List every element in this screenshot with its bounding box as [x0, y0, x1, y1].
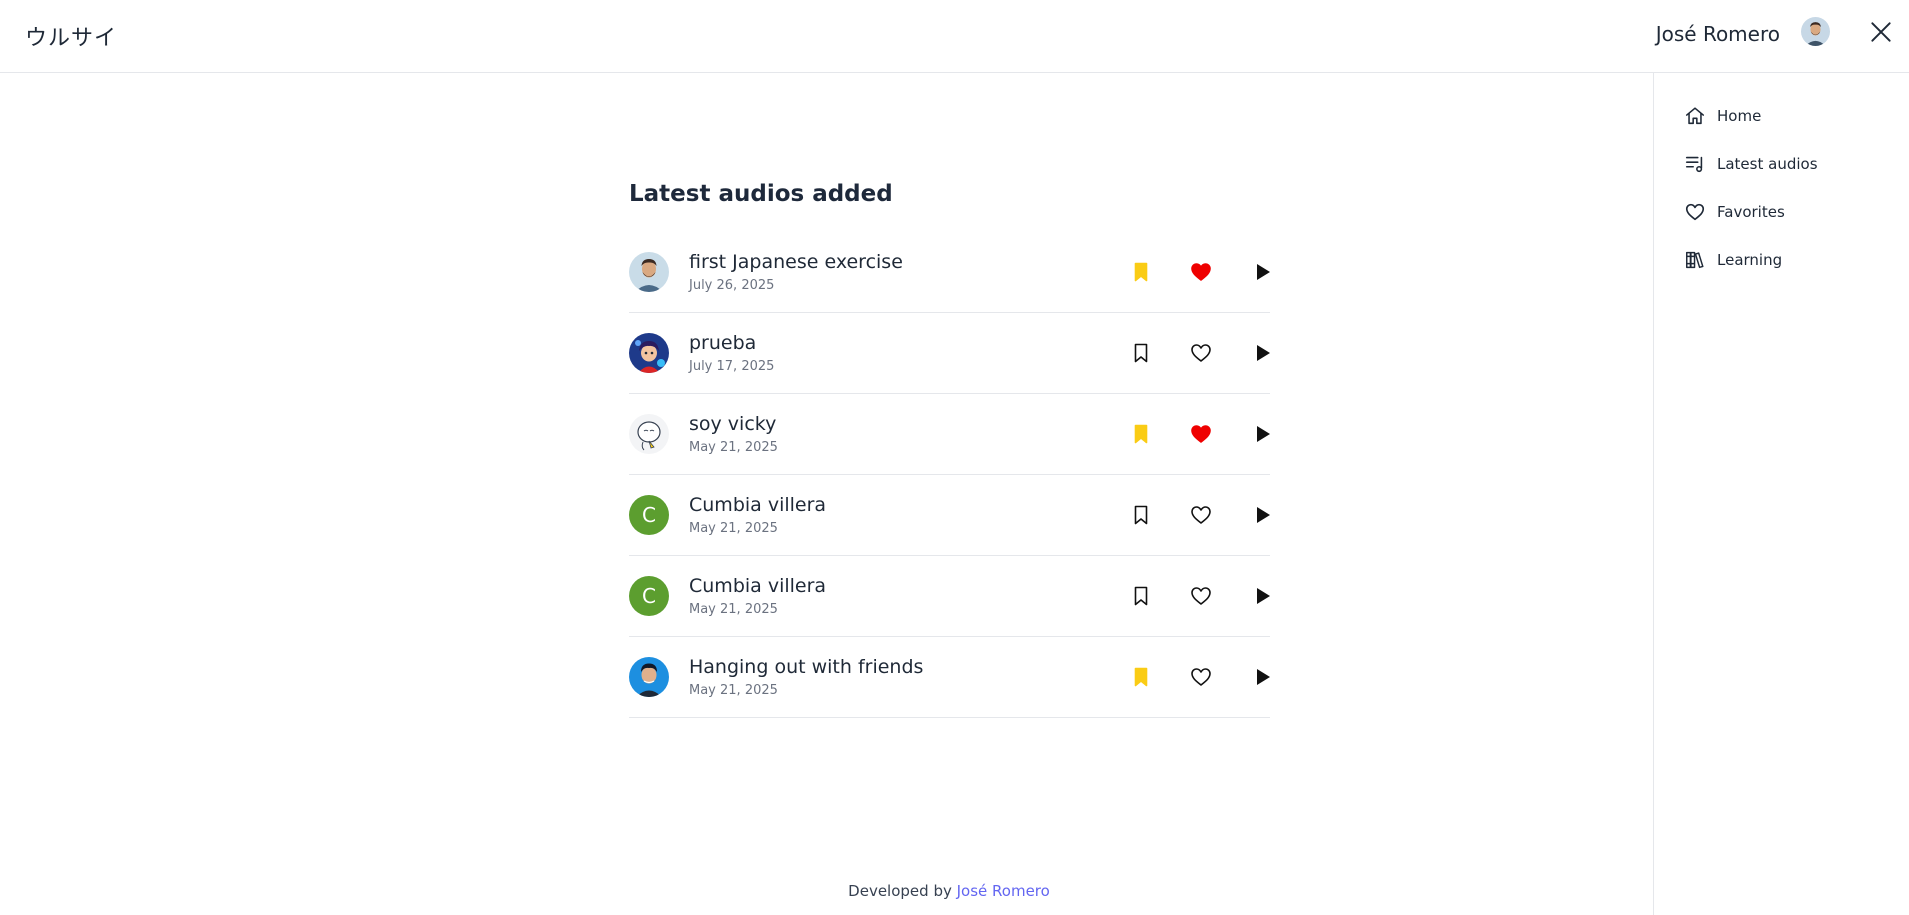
audio-author-avatar: C: [629, 576, 669, 616]
play-button[interactable]: [1249, 340, 1275, 366]
favorite-button[interactable]: [1188, 583, 1214, 609]
developer-link[interactable]: José Romero: [957, 882, 1050, 900]
heart-outline-icon: [1191, 344, 1211, 362]
sidebar-item-latest-audios[interactable]: Latest audios: [1683, 149, 1883, 179]
bookmark-button[interactable]: [1128, 259, 1154, 285]
audio-row[interactable]: first Japanese exercise July 26, 2025: [629, 232, 1270, 313]
bookmark-outline-icon: [1134, 343, 1148, 363]
heart-filled-icon: [1191, 263, 1211, 281]
user-avatar[interactable]: [1801, 17, 1830, 46]
heart-outline-icon: [1191, 668, 1211, 686]
sidebar: Home Latest audios Favorites Learning: [1653, 73, 1909, 915]
app-logo[interactable]: ウルサイ: [25, 20, 117, 52]
favorite-button[interactable]: [1188, 340, 1214, 366]
footer-prefix: Developed by: [848, 882, 952, 900]
footer: Developed by José Romero: [0, 882, 1898, 900]
sidebar-item-home[interactable]: Home: [1683, 101, 1883, 131]
bookmark-outline-icon: [1134, 586, 1148, 606]
audio-date: July 17, 2025: [689, 359, 775, 374]
play-button[interactable]: [1249, 421, 1275, 447]
sidebar-item-label: Favorites: [1717, 203, 1785, 221]
favorite-button[interactable]: [1188, 502, 1214, 528]
audio-date: May 21, 2025: [689, 521, 778, 536]
audio-row[interactable]: soy vicky May 21, 2025: [629, 394, 1270, 475]
bookmark-filled-icon: [1134, 667, 1148, 687]
sidebar-item-label: Learning: [1717, 251, 1783, 269]
bookmark-filled-icon: [1134, 262, 1148, 282]
play-icon: [1257, 345, 1270, 361]
home-icon: [1683, 104, 1707, 128]
audio-list: first Japanese exercise July 26, 2025 pr…: [629, 232, 1270, 718]
play-button[interactable]: [1249, 664, 1275, 690]
favorite-button[interactable]: [1188, 664, 1214, 690]
audio-row[interactable]: Hanging out with friends May 21, 2025: [629, 637, 1270, 718]
playlist-music-icon: [1683, 152, 1707, 176]
bookmark-button[interactable]: [1128, 583, 1154, 609]
audio-author-avatar: C: [629, 495, 669, 535]
bookmark-button[interactable]: [1128, 664, 1154, 690]
audio-date: May 21, 2025: [689, 602, 778, 617]
sidebar-item-label: Latest audios: [1717, 155, 1818, 173]
audio-title[interactable]: soy vicky: [689, 413, 776, 435]
user-name: José Romero: [1655, 22, 1780, 46]
audio-author-avatar: [629, 414, 669, 454]
sidebar-item-favorites[interactable]: Favorites: [1683, 197, 1883, 227]
audio-date: May 21, 2025: [689, 440, 778, 455]
audio-author-avatar: [629, 333, 669, 373]
bookmark-button[interactable]: [1128, 421, 1154, 447]
play-button[interactable]: [1249, 502, 1275, 528]
audio-title[interactable]: prueba: [689, 332, 756, 354]
favorite-button[interactable]: [1188, 421, 1214, 447]
play-icon: [1257, 426, 1270, 442]
play-icon: [1257, 669, 1270, 685]
bookmark-outline-icon: [1134, 505, 1148, 525]
audio-row[interactable]: C Cumbia villera May 21, 2025: [629, 556, 1270, 637]
bookmark-filled-icon: [1134, 424, 1148, 444]
audio-title[interactable]: Hanging out with friends: [689, 656, 923, 678]
heart-outline-icon: [1191, 587, 1211, 605]
close-button[interactable]: [1868, 19, 1894, 45]
audio-title[interactable]: Cumbia villera: [689, 575, 826, 597]
play-button[interactable]: [1249, 259, 1275, 285]
audio-title[interactable]: first Japanese exercise: [689, 251, 903, 273]
audio-date: July 26, 2025: [689, 278, 775, 293]
bookmark-button[interactable]: [1128, 340, 1154, 366]
sidebar-item-label: Home: [1717, 107, 1762, 125]
favorite-button[interactable]: [1188, 259, 1214, 285]
audio-row[interactable]: prueba July 17, 2025: [629, 313, 1270, 394]
audio-row[interactable]: C Cumbia villera May 21, 2025: [629, 475, 1270, 556]
heart-outline-icon: [1191, 506, 1211, 524]
heart-icon: [1683, 200, 1707, 224]
audio-author-avatar: [629, 252, 669, 292]
books-icon: [1683, 248, 1707, 272]
bookmark-button[interactable]: [1128, 502, 1154, 528]
audio-author-avatar: [629, 657, 669, 697]
play-icon: [1257, 264, 1270, 280]
sidebar-item-learning[interactable]: Learning: [1683, 245, 1883, 275]
play-icon: [1257, 588, 1270, 604]
page-title: Latest audios added: [629, 181, 893, 207]
play-button[interactable]: [1249, 583, 1275, 609]
close-icon: [1871, 22, 1891, 42]
play-icon: [1257, 507, 1270, 523]
top-bar: ウルサイ José Romero: [0, 0, 1909, 73]
audio-date: May 21, 2025: [689, 683, 778, 698]
heart-filled-icon: [1191, 425, 1211, 443]
audio-title[interactable]: Cumbia villera: [689, 494, 826, 516]
